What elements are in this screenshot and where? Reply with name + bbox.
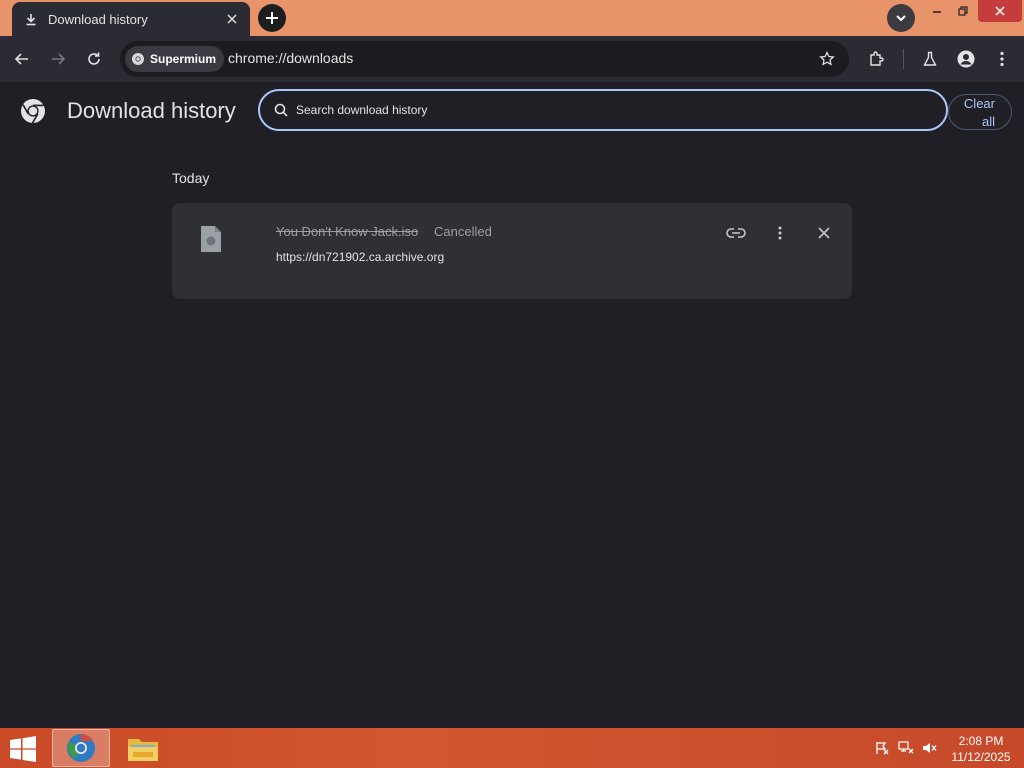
folder-icon: [128, 739, 158, 761]
network-icon[interactable]: [898, 740, 914, 756]
action-center-flag-icon[interactable]: [874, 740, 890, 756]
copy-link-button[interactable]: [722, 219, 750, 247]
arrow-right-icon: [52, 53, 66, 65]
back-button[interactable]: [8, 45, 36, 73]
forward-button[interactable]: [44, 45, 72, 73]
minimize-icon: [933, 11, 941, 13]
clear-all-label-line1: Clear: [963, 96, 995, 111]
toolbar: Supermium chrome://downloads: [0, 36, 1024, 82]
page-title: Download history: [67, 98, 236, 123]
clock-time: 2:08 PM: [958, 734, 1004, 748]
chrome-icon: [132, 53, 144, 65]
download-item: You Don't Know Jack.iso Cancelled https:…: [172, 203, 852, 299]
remove-from-list-button[interactable]: [810, 219, 838, 247]
restore-button[interactable]: [950, 0, 976, 22]
site-info-chip[interactable]: Supermium: [125, 46, 225, 72]
search-icon: [274, 103, 288, 117]
restore-icon: [958, 6, 968, 16]
close-window-button[interactable]: [978, 0, 1022, 22]
new-tab-button[interactable]: [258, 4, 286, 32]
labs-button[interactable]: [916, 45, 944, 73]
download-status: Cancelled: [434, 224, 492, 239]
bookmark-star-icon[interactable]: [817, 49, 837, 69]
avatar-icon: [957, 50, 975, 68]
url-text[interactable]: chrome://downloads: [228, 50, 353, 66]
address-bar[interactable]: Supermium chrome://downloads: [120, 41, 849, 77]
file-icon: [201, 226, 221, 252]
more-vert-icon: [778, 226, 782, 240]
downloads-header: Download history Search download history…: [0, 82, 1024, 140]
taskbar-clock[interactable]: 2:08 PM 11/12/2025: [944, 733, 1018, 765]
clear-all-button[interactable]: Clear all: [948, 94, 1012, 130]
browser-app-icon: [67, 734, 95, 762]
tab-download-history[interactable]: Download history: [12, 2, 250, 36]
chrome-logo-icon: [21, 99, 45, 124]
tab-title: Download history: [48, 11, 148, 27]
download-source-url[interactable]: https://dn721902.ca.archive.org: [276, 250, 444, 264]
download-filename[interactable]: You Don't Know Jack.iso: [276, 224, 418, 239]
more-vert-icon: [1000, 51, 1004, 67]
puzzle-icon: [870, 51, 884, 66]
date-group-header: Today: [172, 170, 210, 186]
search-placeholder: Search download history: [296, 103, 428, 117]
link-icon: [726, 228, 746, 238]
site-chip-label: Supermium: [150, 52, 217, 66]
download-icon: [24, 12, 38, 26]
close-icon: [818, 227, 830, 239]
volume-muted-icon[interactable]: [922, 740, 938, 756]
taskbar: 2:08 PM 11/12/2025: [0, 728, 1024, 768]
tab-search-button[interactable]: [887, 4, 915, 32]
more-actions-button[interactable]: [766, 219, 794, 247]
reload-icon: [88, 52, 100, 65]
tab-close-icon[interactable]: [224, 11, 240, 27]
menu-button[interactable]: [988, 45, 1016, 73]
taskbar-browser-app[interactable]: [52, 729, 110, 767]
search-input[interactable]: Search download history: [258, 89, 948, 131]
windows-start-icon[interactable]: [8, 736, 38, 762]
chevron-down-icon: [896, 15, 906, 22]
clear-all-label-line2: all: [981, 114, 995, 129]
arrow-left-icon: [14, 53, 28, 65]
flask-icon: [923, 51, 937, 66]
plus-icon: [266, 12, 278, 24]
minimize-button[interactable]: [924, 0, 950, 22]
reload-button[interactable]: [80, 45, 108, 73]
close-icon: [995, 6, 1005, 16]
tab-strip: Download history: [0, 0, 1024, 36]
clock-date: 11/12/2025: [951, 750, 1011, 764]
toolbar-divider: [903, 49, 904, 69]
profile-button[interactable]: [952, 45, 980, 73]
taskbar-file-explorer[interactable]: [114, 729, 172, 767]
extensions-button[interactable]: [863, 45, 891, 73]
